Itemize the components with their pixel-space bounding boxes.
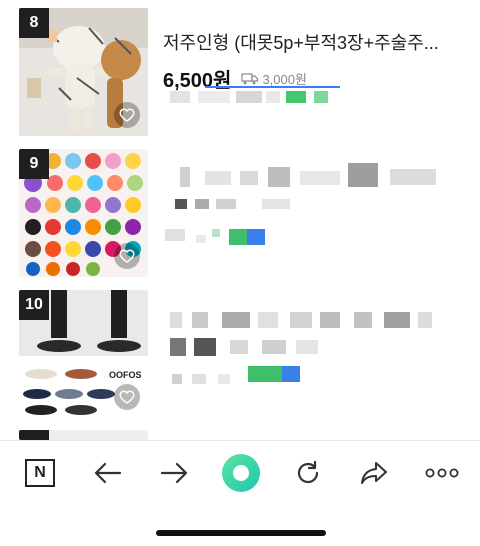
home-indicator[interactable] xyxy=(156,530,326,536)
more-dots-icon xyxy=(425,468,459,478)
blurred-tag xyxy=(172,374,182,384)
blurred-title xyxy=(222,312,250,328)
blurred-tag xyxy=(212,229,220,237)
blurred-badge-green xyxy=(286,91,306,103)
blurred-price xyxy=(216,199,236,209)
product-image-stickers[interactable]: 9 xyxy=(19,149,148,277)
blurred-title xyxy=(170,312,182,328)
rank-badge: 10 xyxy=(19,290,49,320)
refresh-button[interactable] xyxy=(288,455,328,491)
forward-arrow-icon xyxy=(160,462,188,484)
blurred-tag xyxy=(236,91,262,103)
heart-icon[interactable] xyxy=(114,102,140,128)
blurred-title xyxy=(180,167,190,187)
svg-text:OOFOS: OOFOS xyxy=(109,370,142,380)
green-home-circle-icon xyxy=(222,454,260,492)
blurred-tag xyxy=(192,374,206,384)
blurred-title xyxy=(268,167,290,187)
blurred-title xyxy=(290,312,312,328)
blurred-title xyxy=(354,312,372,328)
product-ranking-list: 8 저주인형 (대못5p+부적3장+주술주... 6,500원 3,000원 9… xyxy=(0,0,480,440)
blurred-badge-green xyxy=(314,91,328,103)
blurred-price xyxy=(175,199,187,209)
blurred-title xyxy=(262,340,286,354)
heart-icon-svg xyxy=(119,249,135,263)
blurred-title xyxy=(348,163,378,187)
blurred-badge-blue xyxy=(282,366,300,382)
blurred-tag xyxy=(165,229,185,241)
product-image-next[interactable] xyxy=(19,430,148,440)
blurred-tag xyxy=(218,374,230,384)
blurred-title xyxy=(205,171,231,185)
product-title[interactable]: 저주인형 (대못5p+부적3장+주술주... xyxy=(163,32,463,54)
blurred-title xyxy=(320,312,340,328)
rank-badge: 8 xyxy=(19,8,49,38)
list-item-next[interactable] xyxy=(0,430,480,440)
list-item-9[interactable]: 9 xyxy=(0,149,480,277)
heart-icon-svg xyxy=(119,108,135,122)
blurred-title xyxy=(240,171,258,185)
list-item-8[interactable]: 8 저주인형 (대못5p+부적3장+주술주... 6,500원 3,000원 xyxy=(0,8,480,136)
blurred-badge-blue xyxy=(247,229,265,245)
blurred-price xyxy=(195,199,209,209)
rank-badge xyxy=(19,430,49,440)
back-button[interactable] xyxy=(88,455,128,491)
share-icon xyxy=(361,462,387,484)
blurred-tag xyxy=(266,91,280,103)
blurred-title xyxy=(170,338,186,356)
forward-button[interactable] xyxy=(154,455,194,491)
refresh-icon xyxy=(297,460,319,484)
blurred-title xyxy=(390,169,436,185)
blue-underline xyxy=(205,86,340,88)
blurred-price xyxy=(262,199,290,209)
more-button[interactable] xyxy=(420,455,464,491)
blurred-tag xyxy=(198,91,230,103)
heart-icon-svg xyxy=(119,390,135,404)
blurred-tag xyxy=(196,235,206,243)
truck-icon xyxy=(241,72,259,84)
green-home-button[interactable] xyxy=(220,453,262,493)
share-button[interactable] xyxy=(354,455,394,491)
product-image-voodoo-doll[interactable]: 8 xyxy=(19,8,148,136)
blurred-title xyxy=(194,338,216,356)
rank-badge: 9 xyxy=(19,149,49,179)
product-info[interactable]: 저주인형 (대못5p+부적3장+주술주... 6,500원 3,000원 xyxy=(163,8,463,93)
heart-icon[interactable] xyxy=(114,243,140,269)
blurred-title xyxy=(230,340,248,354)
blurred-badge-green xyxy=(229,229,247,245)
back-arrow-icon xyxy=(94,462,122,484)
blurred-title xyxy=(384,312,410,328)
blurred-title xyxy=(258,312,278,328)
product-price: 6,500원 xyxy=(163,70,232,92)
naver-n-label: N xyxy=(34,464,46,481)
blurred-tag xyxy=(170,91,190,103)
naver-home-button[interactable]: N xyxy=(20,455,60,491)
blurred-title xyxy=(418,312,432,328)
blurred-badge-green xyxy=(248,366,282,382)
product-image-sandals[interactable]: OOFOS 10 xyxy=(19,290,148,418)
blurred-title xyxy=(296,340,318,354)
price-row: 6,500원 3,000원 xyxy=(163,64,463,93)
blurred-title xyxy=(192,312,208,328)
heart-icon[interactable] xyxy=(114,384,140,410)
blurred-title xyxy=(300,171,340,185)
list-item-10[interactable]: OOFOS 10 xyxy=(0,290,480,418)
browser-toolbar: N xyxy=(0,440,480,546)
